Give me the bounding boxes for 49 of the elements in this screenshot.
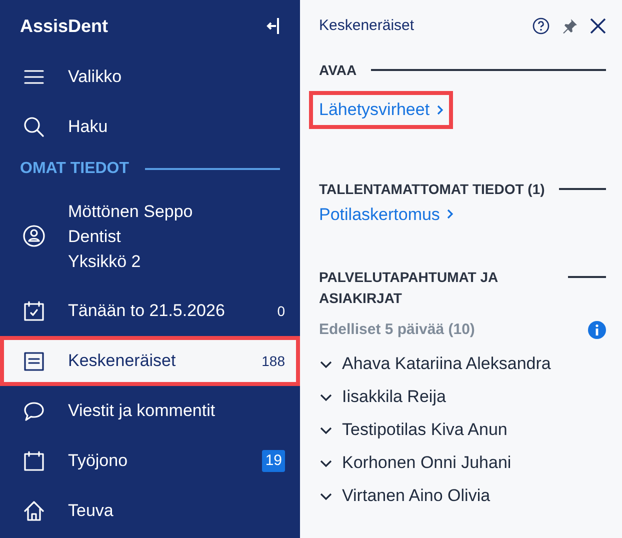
clipboard-icon <box>22 449 46 473</box>
collapse-sidebar-icon[interactable] <box>266 16 280 36</box>
sidebar-item[interactable]: Viestit ja kommentit <box>0 386 300 436</box>
chevron-right-icon <box>436 104 444 116</box>
patient-row[interactable]: Virtanen Aino Olivia <box>319 480 606 512</box>
item-label: Työjono <box>68 450 129 472</box>
home-icon <box>22 499 46 523</box>
user-profile-item[interactable]: Möttönen Seppo Dentist Yksikkö 2 <box>0 186 300 286</box>
search-icon <box>22 115 46 139</box>
item-label: Viestit ja kommentit <box>68 400 216 422</box>
sidebar-item[interactable]: Teuva <box>0 486 300 536</box>
item-count: 0 <box>277 302 285 320</box>
section-heading: AVAA <box>319 61 357 80</box>
item-count: 188 <box>262 352 285 370</box>
panel-title: Keskeneräiset <box>319 16 416 36</box>
item-label: Keskeneräiset <box>68 350 177 372</box>
calendar-check-icon <box>22 299 46 323</box>
sidebar-item[interactable]: Tänään to 21.5.2026 0 <box>0 286 300 336</box>
item-label: Haku <box>68 116 109 138</box>
help-icon[interactable] <box>532 17 550 35</box>
user-info-line: Möttönen Seppo <box>68 200 194 222</box>
panel-link[interactable]: Potilaskertomus <box>319 200 459 229</box>
chevron-right-icon <box>446 208 454 220</box>
document-icon <box>22 349 46 373</box>
app-title: AssisDent <box>20 14 108 38</box>
item-label: Tänään to 21.5.2026 <box>68 300 226 322</box>
item-label: Teuva <box>68 500 114 522</box>
section-heading: TALLENTAMATTOMAT TIEDOT (1) <box>319 180 545 199</box>
patient-row[interactable]: Testipotilas Kiva Anun <box>319 414 606 446</box>
section-heading: PALVELUTAPAHTUMAT JA ASIAKIRJAT <box>319 268 499 308</box>
patient-row[interactable]: Ahava Katariina Aleksandra <box>319 348 606 380</box>
user-icon <box>22 224 46 248</box>
pin-icon[interactable] <box>562 18 578 34</box>
sidebar-item[interactable]: Valikko <box>0 52 300 102</box>
patient-row[interactable]: Iisakkila Reija <box>319 380 606 414</box>
chat-icon <box>22 399 46 423</box>
user-info-line: Dentist <box>68 226 122 248</box>
panel-link[interactable]: Lähetysvirheet <box>313 95 449 124</box>
sidebar-item[interactable]: Haku <box>0 102 300 152</box>
item-label: Valikko <box>68 66 123 88</box>
section-heading: OMAT TIEDOT <box>20 159 130 179</box>
patient-row[interactable]: Korhonen Onni Juhani <box>319 446 606 480</box>
sidebar-item[interactable]: Työjono 19 <box>0 436 300 486</box>
count-badge: 19 <box>262 450 285 472</box>
group-heading: Edelliset 5 päivää (10) <box>319 320 475 340</box>
sidebar-item[interactable]: Keskeneräiset 188 <box>0 336 300 386</box>
info-icon[interactable] <box>588 321 606 340</box>
user-info-line: Yksikkö 2 <box>68 250 142 272</box>
close-icon[interactable] <box>590 18 606 34</box>
